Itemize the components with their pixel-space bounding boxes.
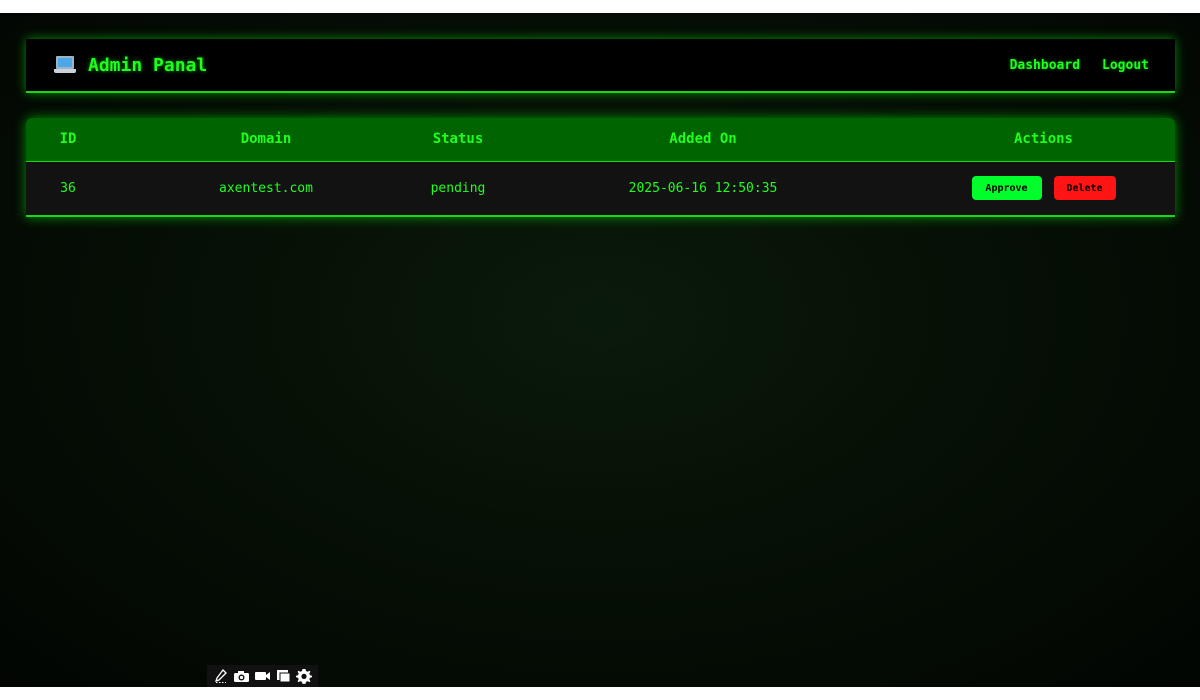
video-icon[interactable] [253,667,271,685]
table-row: 36 axentest.com pending 2025-06-16 12:50… [26,161,1175,215]
pen-icon[interactable] [212,667,230,685]
page-viewport: Admin Panal Dashboard Logout ID Domain S… [0,13,1200,687]
column-header-status: Status [422,118,494,162]
brand-title: Admin Panal [88,54,208,76]
logout-link[interactable]: Logout [1102,58,1149,73]
column-header-id: ID [26,118,110,162]
column-header-domain: Domain [110,118,422,162]
cell-actions: Approve Delete [912,161,1175,215]
capture-toolbar [207,665,318,687]
cell-added-on: 2025-06-16 12:50:35 [628,180,778,196]
window-icon[interactable] [274,667,292,685]
brand[interactable]: Admin Panal [54,55,207,76]
bottom-strip [0,687,1200,700]
column-header-added-on: Added On [494,118,912,162]
laptop-icon [54,56,76,74]
cell-id: 36 [60,180,76,196]
dashboard-link[interactable]: Dashboard [1010,58,1080,73]
nav-links: Dashboard Logout [1010,58,1149,73]
delete-button[interactable]: Delete [1053,176,1116,201]
approve-button[interactable]: Approve [971,176,1042,201]
table-header-row: ID Domain Status Added On Actions [26,118,1175,162]
gear-icon[interactable] [295,667,313,685]
camera-icon[interactable] [233,667,251,685]
navbar: Admin Panal Dashboard Logout [26,39,1175,93]
column-header-actions: Actions [912,118,1175,162]
cell-domain: axentest.com [219,180,313,196]
cell-status: pending [430,180,486,196]
domains-table: ID Domain Status Added On Actions 36 axe… [26,118,1175,217]
